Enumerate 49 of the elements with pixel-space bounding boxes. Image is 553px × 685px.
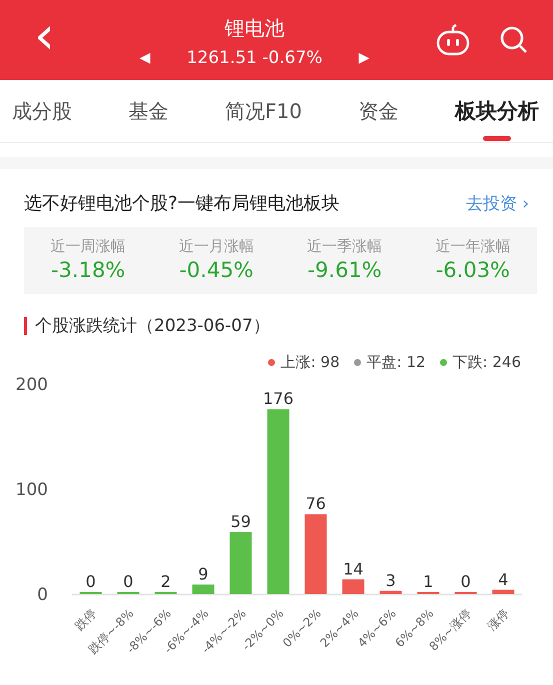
section-title: 个股涨跌统计（2023-06-07） <box>35 315 270 337</box>
search-icon[interactable] <box>499 25 529 55</box>
stat-value: -0.45% <box>179 258 254 282</box>
bar <box>380 590 402 594</box>
axis-tick-label: 100 <box>16 480 48 500</box>
stat-value: -3.18% <box>50 258 126 282</box>
data-label: 2 <box>160 572 171 591</box>
axis-tick-label: 0 <box>37 585 48 605</box>
next-button[interactable]: ▶ <box>358 50 370 66</box>
data-label: 4 <box>498 570 508 589</box>
stat-label: 近一周涨幅 <box>50 237 126 256</box>
axis-category-label: 涨停 <box>484 606 512 634</box>
tab[interactable]: 资金 <box>358 90 398 142</box>
data-label: 0 <box>123 572 134 591</box>
data-label: 76 <box>306 494 326 514</box>
tab[interactable]: 简况F10 <box>225 90 302 142</box>
stat-value: -9.61% <box>307 258 382 282</box>
page-title: 锂电池 <box>224 14 284 42</box>
tab[interactable]: 成分股 <box>12 90 72 142</box>
legend-label: 上涨: 98 <box>280 353 340 372</box>
bar <box>492 590 514 594</box>
data-label: 59 <box>230 512 251 532</box>
data-label: 14 <box>343 559 364 578</box>
robot-icon[interactable] <box>435 24 471 56</box>
axis-tick-label: 200 <box>16 375 48 395</box>
stat-label: 近一季涨幅 <box>307 237 382 256</box>
stat-label: 近一年涨幅 <box>435 237 510 256</box>
index-quote: 1261.51 -0.67% <box>186 48 322 68</box>
data-label: 1 <box>423 572 434 591</box>
data-label: 0 <box>86 572 96 591</box>
tab[interactable]: 基金 <box>128 90 168 142</box>
back-button[interactable]: ‹ <box>34 10 74 62</box>
bar <box>230 532 252 594</box>
data-label: 176 <box>262 389 294 408</box>
data-label: 3 <box>386 570 396 590</box>
bar <box>342 579 364 594</box>
legend-label: 下跌: 246 <box>452 353 521 372</box>
previous-button[interactable]: ◀ <box>140 50 150 66</box>
section-marker <box>24 316 27 334</box>
bar <box>192 584 214 594</box>
data-label: 9 <box>198 564 208 584</box>
legend-label: 平盘: 12 <box>366 353 426 372</box>
stat-value: -6.03% <box>436 258 510 282</box>
bar <box>154 592 177 594</box>
promo-text: 选不好锂电池个股?一键布局锂电池板块 <box>24 192 340 215</box>
data-label: 0 <box>460 572 471 591</box>
axis-category-label: 跌停 <box>72 606 99 634</box>
stat-label: 近一月涨幅 <box>178 237 254 256</box>
tab[interactable]: 板块分析 <box>454 89 539 143</box>
